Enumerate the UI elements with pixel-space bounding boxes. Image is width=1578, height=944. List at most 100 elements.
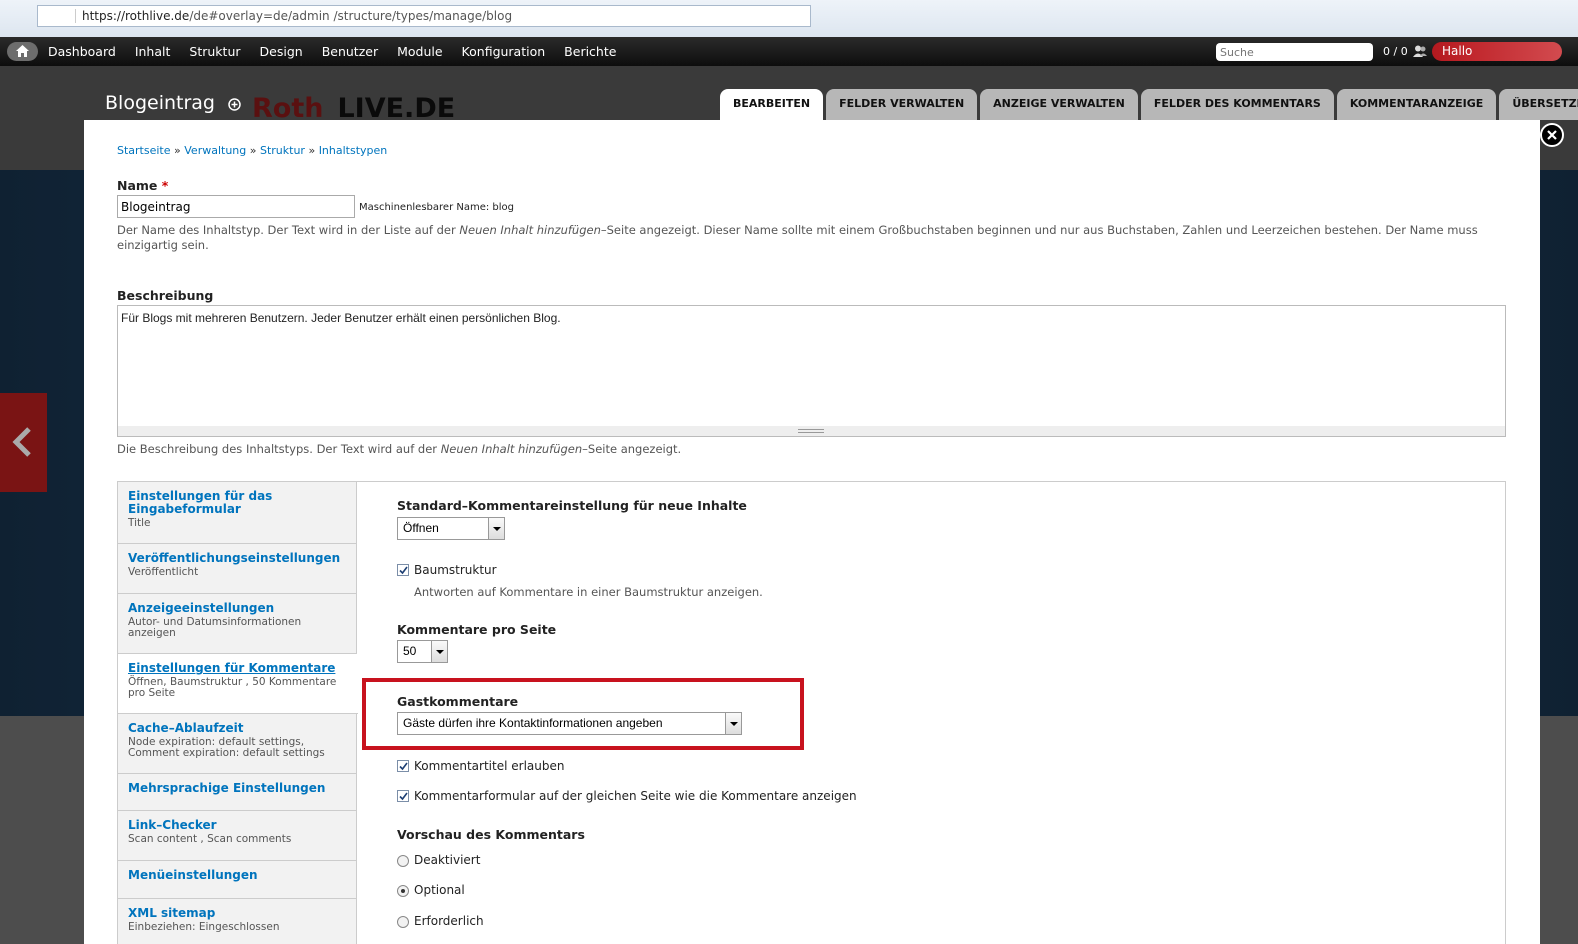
- vtab-summary: Veröffentlicht: [128, 566, 199, 578]
- threading-help: Antworten auf Kommentare in einer Baumst…: [414, 585, 763, 599]
- users-icon: [1413, 45, 1427, 57]
- vertical-tabs: Einstellungen für das Eingabeformular Ti…: [117, 481, 1506, 944]
- name-help-em: Neuen Inhalt hinzufügen: [459, 223, 601, 237]
- preview-option-optional: Optional: [414, 883, 465, 897]
- address-bar[interactable]: https://rothlive.de/de#overlay=de/admin …: [37, 5, 811, 27]
- vtab-title: Einstellungen für das Eingabeformular: [128, 489, 273, 516]
- menu-dashboard[interactable]: Dashboard: [48, 37, 116, 66]
- home-icon: [16, 45, 29, 57]
- vtab-title: Einstellungen für Kommentare: [128, 661, 336, 675]
- per-page-label: Kommentare pro Seite: [397, 622, 557, 637]
- vtab-veroeffentlichung[interactable]: Veröffentlichungseinstellungen Veröffent…: [118, 544, 357, 594]
- machine-name: Maschinenlesbarer Name: blog: [359, 202, 514, 213]
- description-textarea[interactable]: Für Blogs mit mehreren Benutzern. Jeder …: [117, 305, 1506, 437]
- name-help-part1: Der Name des Inhaltstyp. Der Text wird i…: [117, 223, 460, 237]
- vtab-link-checker[interactable]: Link–Checker Scan content , Scan comment…: [118, 811, 357, 861]
- breadcrumb: Startseite » Verwaltung » Struktur » Inh…: [117, 144, 388, 157]
- menu-benutzer[interactable]: Benutzer: [322, 37, 378, 66]
- tab-uebersetzen[interactable]: Übersetzen: [1499, 89, 1578, 120]
- vtab-title: Anzeigeeinstellungen: [128, 601, 275, 615]
- menu-struktur[interactable]: Struktur: [189, 37, 240, 66]
- search-input[interactable]: [1216, 43, 1373, 61]
- breadcrumb-startseite[interactable]: Startseite: [117, 144, 171, 157]
- vtab-kommentare[interactable]: Einstellungen für Kommentare Öffnen, Bau…: [118, 654, 358, 714]
- required-marker: *: [161, 178, 169, 193]
- vtab-xml-sitemap[interactable]: XML sitemap Einbeziehen: Eingeschlossen: [118, 899, 357, 944]
- tab-kommentaranzeige[interactable]: Kommentaranzeige: [1336, 89, 1497, 120]
- vtab-summary: Autor- und Datumsinformationen anzeigen: [128, 616, 302, 639]
- toolbar-menu: Dashboard Inhalt Struktur Design Benutze…: [48, 37, 635, 66]
- menu-design[interactable]: Design: [260, 37, 303, 66]
- name-label: Name *: [117, 178, 168, 193]
- textarea-resize-grip[interactable]: [117, 426, 1506, 437]
- checkmark-icon: [399, 566, 408, 575]
- form-location-checkbox[interactable]: [397, 790, 409, 802]
- desc-help-em: Neuen Inhalt hinzufügen: [440, 442, 583, 456]
- name-field[interactable]: [117, 195, 355, 218]
- preview-option-erforderlich: Erforderlich: [414, 914, 484, 928]
- vtab-summary: Öffnen, Baumstruktur , 50 Kommentare pro…: [128, 676, 337, 699]
- vtab-title: XML sitemap: [128, 906, 216, 920]
- breadcrumb-verwaltung[interactable]: Verwaltung: [184, 144, 246, 157]
- desc-help-part1: Die Beschreibung des Inhaltstyps. Der Te…: [117, 442, 441, 456]
- vtab-mehrsprachig[interactable]: Mehrsprachige Einstellungen: [118, 774, 357, 811]
- vtab-menue[interactable]: Menüeinstellungen: [118, 861, 357, 899]
- anonymous-comments-label: Gastkommentare: [397, 694, 519, 709]
- default-comment-select[interactable]: Öffnen: [397, 517, 505, 540]
- threading-checkbox[interactable]: [397, 564, 409, 576]
- vtab-title: Menüeinstellungen: [128, 868, 258, 882]
- overlay-content: Startseite » Verwaltung » Struktur » Inh…: [84, 120, 1540, 944]
- preview-option-deaktiviert: Deaktiviert: [414, 853, 481, 867]
- select-value: 50: [403, 644, 417, 658]
- admin-toolbar: Dashboard Inhalt Struktur Design Benutze…: [0, 37, 1578, 66]
- preview-radio-erforderlich[interactable]: [397, 916, 409, 928]
- user-menu-button[interactable]: Hallo: [1432, 42, 1562, 61]
- select-value: Öffnen: [403, 521, 439, 535]
- anonymous-comments-select[interactable]: Gäste dürfen ihre Kontaktinformationen a…: [397, 712, 742, 735]
- per-page-select[interactable]: 50: [397, 640, 448, 663]
- lock-icon: [46, 9, 76, 23]
- select-value: Gäste dürfen ihre Kontaktinformationen a…: [403, 716, 663, 730]
- checkmark-icon: [399, 762, 408, 771]
- vtab-title: Veröffentlichungseinstellungen: [128, 551, 341, 565]
- breadcrumb-struktur[interactable]: Struktur: [260, 144, 305, 157]
- default-comment-label: Standard–Kommentareinstellung für neue I…: [397, 498, 747, 513]
- slider-prev-button[interactable]: [0, 393, 47, 492]
- vtab-summary: Node expiration: default settings, Comme…: [128, 736, 325, 759]
- comment-subject-checkbox[interactable]: [397, 760, 409, 772]
- url-path: /de#overlay=de/admin /structure/types/ma…: [189, 9, 513, 23]
- menu-berichte[interactable]: Berichte: [564, 37, 616, 66]
- tab-bearbeiten[interactable]: Bearbeiten: [720, 89, 824, 120]
- name-help: Der Name des Inhaltstyp. Der Text wird i…: [117, 223, 1507, 253]
- url-host: https://rothlive.de: [82, 9, 190, 23]
- vtab-summary: Scan content , Scan comments: [128, 833, 292, 845]
- preview-label: Vorschau des Kommentars: [397, 827, 585, 842]
- vtab-title: Mehrsprachige Einstellungen: [128, 781, 326, 795]
- browser-bar: https://rothlive.de/de#overlay=de/admin …: [0, 0, 1578, 37]
- home-button[interactable]: [7, 42, 38, 61]
- overlay-close-button[interactable]: [1540, 123, 1564, 147]
- add-shortcut-icon[interactable]: [228, 98, 241, 111]
- vtab-anzeige[interactable]: Anzeigeeinstellungen Autor- und Datumsin…: [118, 594, 357, 654]
- vertical-tab-list: Einstellungen für das Eingabeformular Ti…: [118, 482, 358, 944]
- breadcrumb-inhaltstypen[interactable]: Inhaltstypen: [319, 144, 388, 157]
- grip-lines: [798, 429, 824, 433]
- tab-felder-verwalten[interactable]: Felder verwalten: [826, 89, 978, 120]
- vtab-eingabeformular[interactable]: Einstellungen für das Eingabeformular Ti…: [118, 482, 357, 544]
- dropdown-arrow-icon: [431, 641, 447, 662]
- chevron-left-icon: [12, 427, 31, 457]
- menu-inhalt[interactable]: Inhalt: [135, 37, 171, 66]
- vtab-cache[interactable]: Cache–Ablaufzeit Node expiration: defaul…: [118, 714, 357, 774]
- description-help: Die Beschreibung des Inhaltstyps. Der Te…: [117, 442, 681, 457]
- vtab-title: Cache–Ablaufzeit: [128, 721, 244, 735]
- preview-radio-deaktiviert[interactable]: [397, 855, 409, 867]
- menu-konfiguration[interactable]: Konfiguration: [462, 37, 546, 66]
- vtab-summary: Einbeziehen: Eingeschlossen: [128, 921, 280, 933]
- menu-module[interactable]: Module: [397, 37, 442, 66]
- description-label: Beschreibung: [117, 288, 214, 303]
- tab-felder-des-kommentars[interactable]: Felder des Kommentars: [1140, 89, 1334, 120]
- tab-anzeige-verwalten[interactable]: Anzeige verwalten: [980, 89, 1138, 120]
- preview-radio-optional[interactable]: [397, 885, 409, 897]
- name-label-text: Name: [117, 178, 158, 193]
- dropdown-arrow-icon: [725, 713, 741, 734]
